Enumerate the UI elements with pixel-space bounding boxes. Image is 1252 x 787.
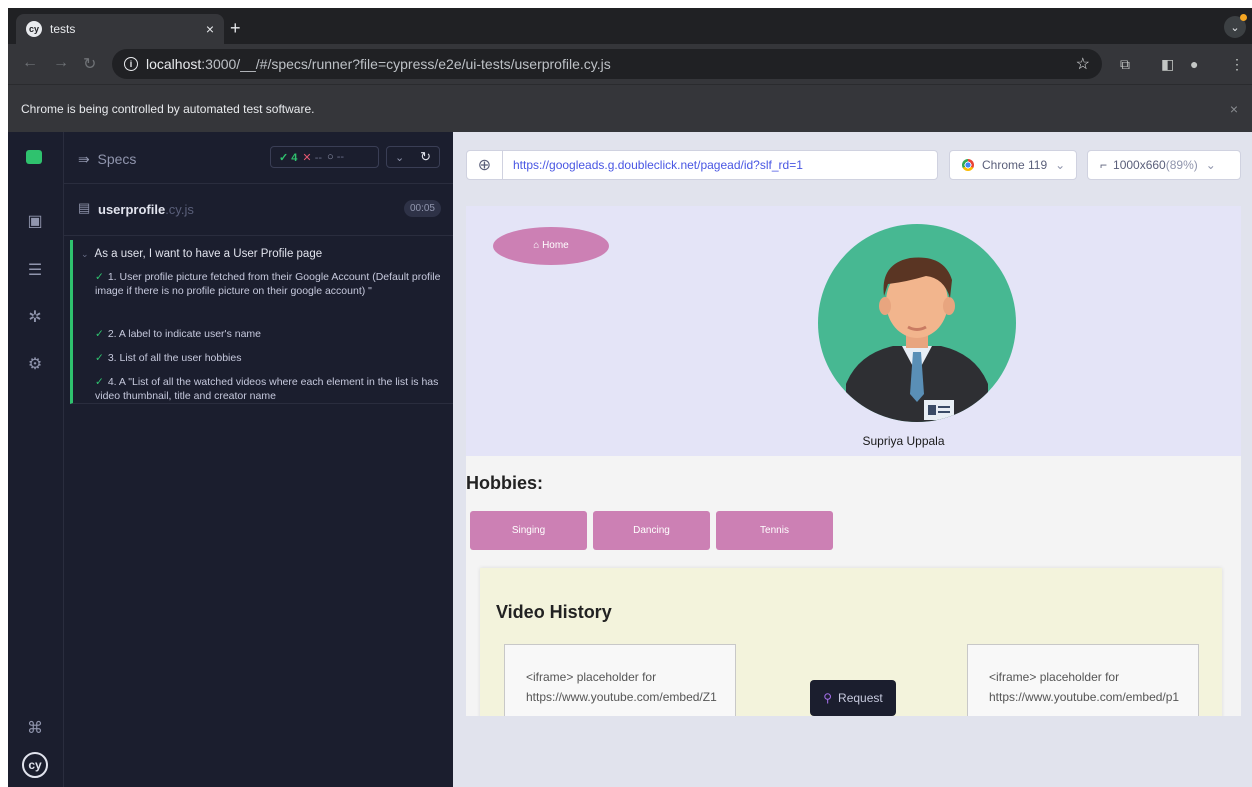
address-bar[interactable]: i localhost :3000/__/#/specs/runner?file… <box>112 49 1102 79</box>
hobby-button-tennis[interactable]: Tennis <box>716 511 833 550</box>
tab-title: tests <box>50 22 76 36</box>
tab-strip: cy tests × + ⌄ <box>8 8 1252 44</box>
video-history-card: Video History <iframe> placeholder for h… <box>480 568 1222 716</box>
browser-name: Chrome 119 <box>982 158 1048 172</box>
failed-count: ✕ -- <box>302 151 323 164</box>
test-stats: ✓ 4 ✕ -- ○ -- <box>270 146 379 168</box>
test-suite[interactable]: ⌄ As a user, I want to have a User Profil… <box>70 240 453 404</box>
reporter-header: ⇛ Specs ✓ 4 ✕ -- ○ -- ⌄ ↻ <box>64 132 453 184</box>
tab-search-button[interactable]: ⌄ <box>1224 14 1247 38</box>
automation-infobar: Chrome is being controlled by automated … <box>8 84 1252 132</box>
video-history-heading: Video History <box>496 602 612 622</box>
side-panel-icon[interactable]: ◧ <box>1161 56 1174 73</box>
profile-icon[interactable]: ● <box>1190 56 1198 72</box>
infobar-message: Chrome is being controlled by automated … <box>21 101 315 116</box>
test-item[interactable]: ✓ 3. List of all the user hobbies <box>95 351 441 365</box>
user-name-label: Supriya Uppala <box>862 434 945 448</box>
runs-icon[interactable]: ▣ <box>24 211 46 233</box>
test-reporter: ⇛ Specs ✓ 4 ✕ -- ○ -- ⌄ ↻ ▤ userprofile.… <box>64 132 453 787</box>
iframe-url: https://www.youtube.com/embed/p1 <box>989 690 1180 704</box>
extensions-icon[interactable]: ⧉ <box>1120 56 1130 73</box>
preview-url-bar: ⊕ https://googleads.g.doubleclick.net/pa… <box>466 150 938 180</box>
test-item[interactable]: ✓ 1. User profile picture fetched from th… <box>95 270 441 298</box>
spec-file-header: ▤ userprofile.cy.js 00:05 <box>64 192 453 236</box>
url-path: :3000/__/#/specs/runner?file=cypress/e2e… <box>201 56 611 72</box>
specs-toggle[interactable]: ⇛ Specs <box>78 151 136 168</box>
viewport-size: 1000x660 <box>1113 158 1166 172</box>
test-item[interactable]: ✓ 4. A "List of all the watched videos wh… <box>95 375 441 403</box>
app-under-test: ⌂ Home Supriya Uppala Hobbies: Singing D… <box>466 206 1241 716</box>
chrome-icon <box>962 159 974 171</box>
hobby-button-dancing[interactable]: Dancing <box>593 511 710 550</box>
run-duration: 00:05 <box>403 200 441 217</box>
chevron-down-icon[interactable]: ⌄ <box>395 151 404 164</box>
video-iframe-placeholder[interactable]: <iframe> placeholder for https://www.you… <box>504 644 736 716</box>
passed-count: ✓ 4 <box>279 151 298 164</box>
notification-dot <box>1240 14 1247 21</box>
browser-window: cy tests × + ⌄ ← → ↻ i localhost :3000/_… <box>8 8 1252 787</box>
hobbies-heading: Hobbies: <box>466 473 544 493</box>
infobar-close-icon[interactable]: × <box>1230 101 1238 117</box>
iframe-placeholder-label: <iframe> placeholder for <box>989 670 1120 684</box>
file-icon: ▤ <box>78 200 91 215</box>
test-item[interactable]: ✓ 2. A label to indicate user's name <box>95 327 441 341</box>
spec-file-name: userprofile.cy.js <box>98 202 194 217</box>
check-icon: ✓ <box>95 376 104 388</box>
profile-hero: ⌂ Home Supriya Uppala <box>466 206 1241 456</box>
request-label: Request <box>838 691 883 705</box>
app-preview-panel: ⊕ https://googleads.g.doubleclick.net/pa… <box>453 132 1252 787</box>
selector-playground-icon[interactable]: ⊕ <box>467 151 503 179</box>
cypress-logo-icon: cy <box>22 752 48 778</box>
check-icon: ✓ <box>95 352 104 364</box>
run-controls: ⌄ ↻ <box>386 146 440 168</box>
browser-toolbar: ← → ↻ i localhost :3000/__/#/specs/runne… <box>8 44 1252 84</box>
reload-icon[interactable]: ↻ <box>83 54 96 74</box>
video-iframe-placeholder[interactable]: <iframe> placeholder for https://www.you… <box>967 644 1199 716</box>
cypress-favicon-icon: cy <box>26 21 42 37</box>
rerun-tests-icon[interactable]: ↻ <box>420 149 431 165</box>
viewport-icon: ⌐ <box>1100 158 1108 172</box>
specs-list-icon: ⇛ <box>78 151 90 167</box>
browser-tab[interactable]: cy tests × <box>16 14 224 44</box>
location-pin-icon: ⚲ <box>823 691 833 705</box>
tab-close-icon[interactable]: × <box>206 21 214 37</box>
specs-nav-icon[interactable] <box>26 150 42 164</box>
suite-title[interactable]: ⌄ As a user, I want to have a User Profil… <box>81 248 322 260</box>
back-arrow-icon[interactable]: ← <box>22 54 38 72</box>
bookmark-star-icon[interactable]: ☆ <box>1076 54 1090 74</box>
cypress-sidebar-nav: ▣ ☰ ✲ ⚙ ⌘ cy <box>8 132 64 787</box>
pending-count: ○ -- <box>327 151 345 163</box>
site-info-icon[interactable]: i <box>124 57 138 71</box>
chevron-down-icon: ⌄ <box>81 249 89 259</box>
viewport-selector[interactable]: ⌐ 1000x660 (89%) ⌄ <box>1087 150 1241 180</box>
new-tab-button[interactable]: + <box>230 18 241 38</box>
viewport-scale: (89%) <box>1165 158 1198 172</box>
url-host: localhost <box>146 56 202 72</box>
home-icon: ⌂ <box>533 240 543 251</box>
forward-arrow-icon[interactable]: → <box>53 54 69 72</box>
specs-label: Specs <box>97 151 137 167</box>
hobby-button-singing[interactable]: Singing <box>470 511 587 550</box>
chevron-down-icon: ⌄ <box>1055 158 1066 172</box>
chrome-menu-icon[interactable]: ⋮ <box>1230 56 1244 73</box>
preview-url[interactable]: https://googleads.g.doubleclick.net/page… <box>513 158 803 172</box>
iframe-url: https://www.youtube.com/embed/Z1 <box>526 690 717 704</box>
settings-gear-icon[interactable]: ⚙ <box>24 354 46 376</box>
iframe-placeholder-label: <iframe> placeholder for <box>526 670 657 684</box>
chevron-down-icon: ⌄ <box>1205 158 1216 172</box>
profile-picture <box>818 224 1016 422</box>
keyboard-shortcuts-icon[interactable]: ⌘ <box>24 718 46 740</box>
browser-selector[interactable]: Chrome 119 ⌄ <box>949 150 1077 180</box>
bug-icon[interactable]: ✲ <box>24 307 46 329</box>
home-button[interactable]: ⌂ Home <box>493 227 609 265</box>
request-button[interactable]: ⚲ Request <box>810 680 896 716</box>
debug-list-icon[interactable]: ☰ <box>24 260 46 282</box>
check-icon: ✓ <box>95 271 104 283</box>
check-icon: ✓ <box>95 328 104 340</box>
